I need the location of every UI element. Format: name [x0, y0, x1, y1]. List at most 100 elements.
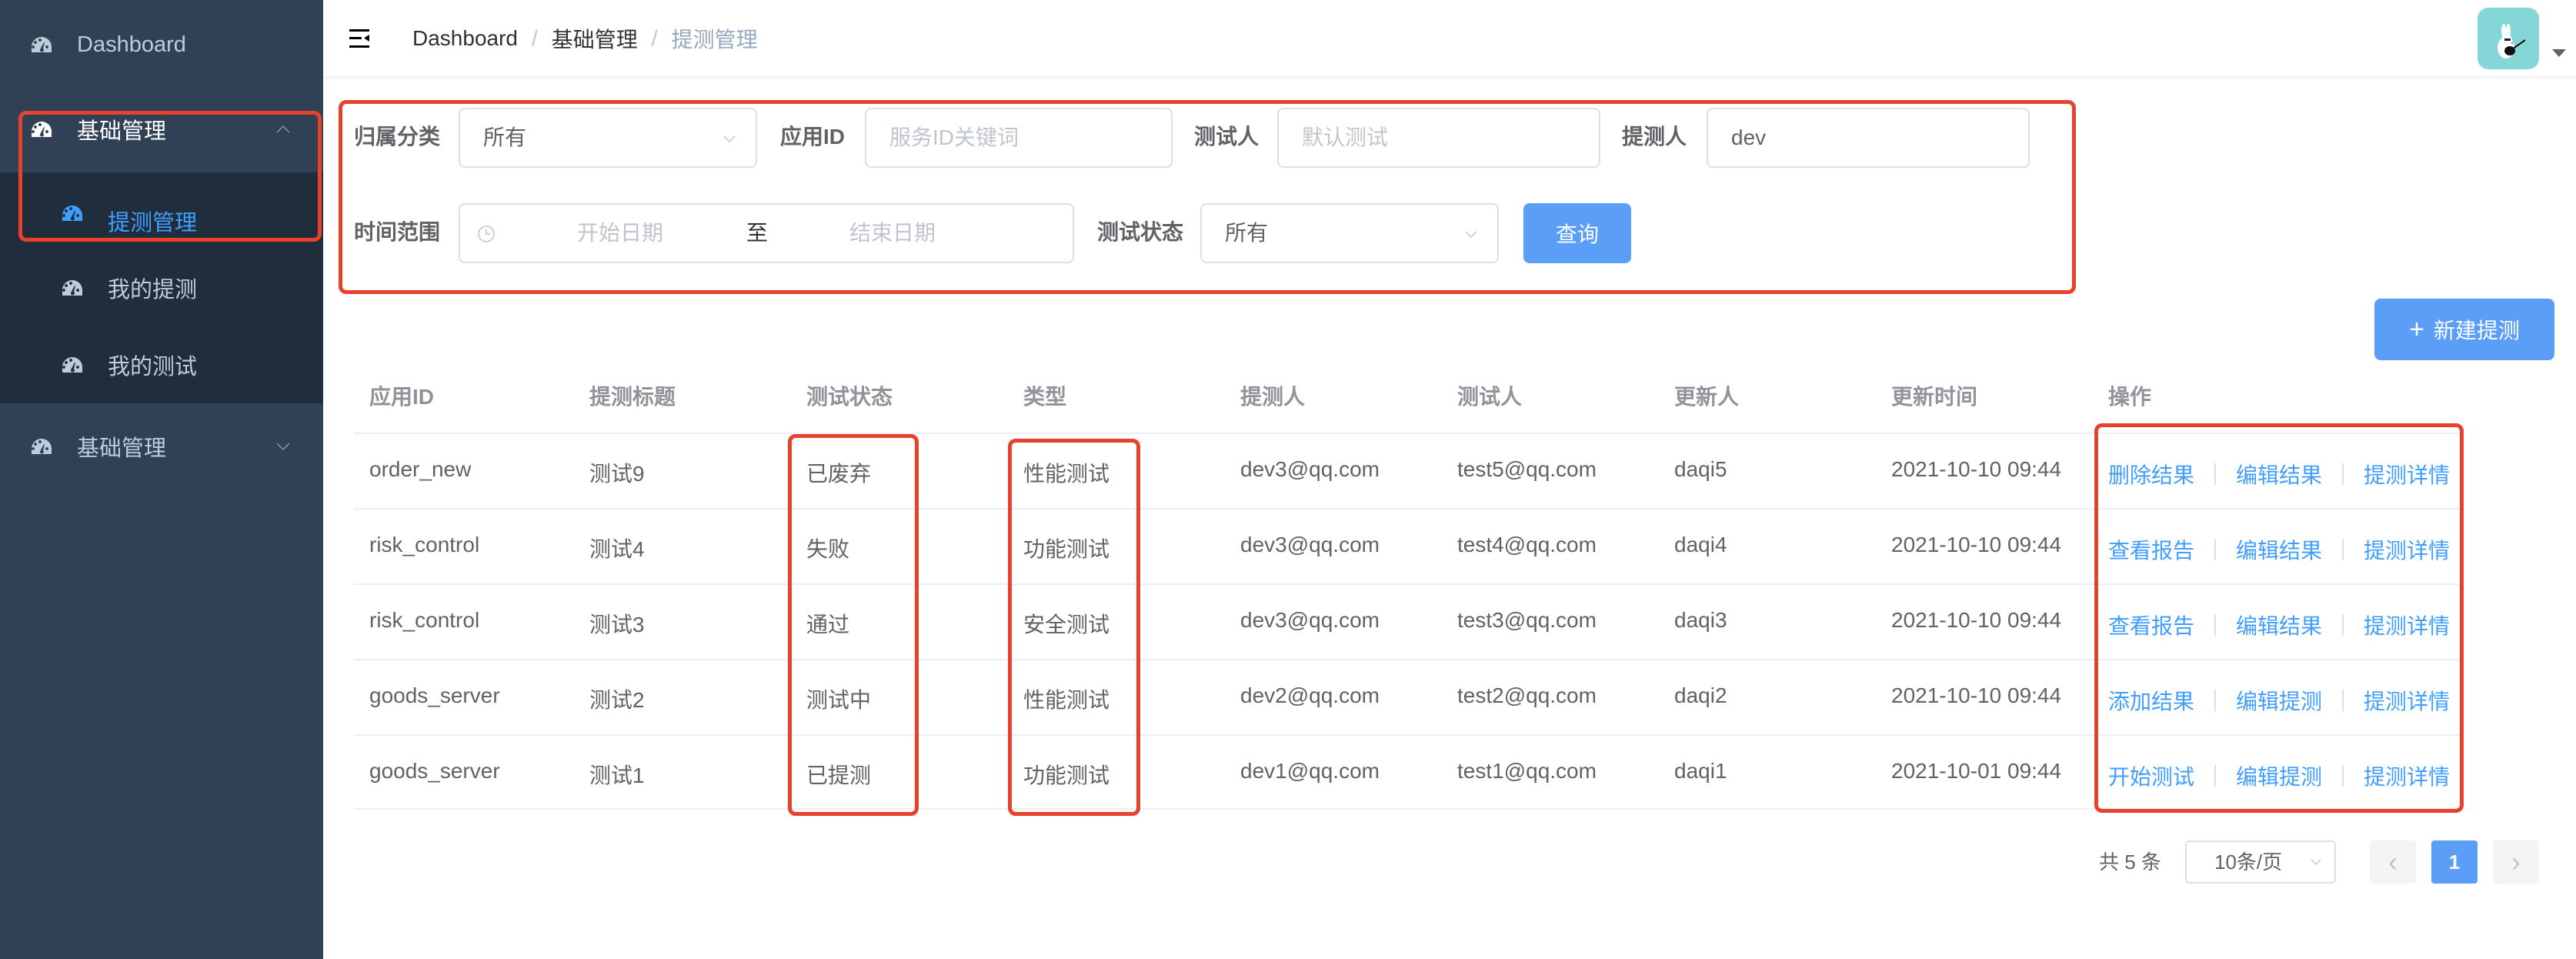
column-header: 操作: [2108, 385, 2152, 409]
status-cell: 已提测: [806, 764, 872, 787]
action-divider: [2342, 539, 2344, 560]
column-header[interactable]: 应用ID: [369, 380, 434, 411]
status-select[interactable]: 所有: [1200, 203, 1499, 263]
sidebar-item-basic-management[interactable]: 基础管理: [0, 86, 323, 172]
action-divider: [2214, 539, 2217, 560]
status-cell: 测试中: [806, 688, 872, 712]
prev-page-button[interactable]: ‹: [2370, 840, 2416, 884]
action-link[interactable]: 查看报告: [2108, 610, 2194, 640]
breadcrumb: Dashboard / 基础管理 / 提测管理: [412, 23, 758, 54]
sidebar-item-my-submissions[interactable]: 我的提测: [0, 249, 323, 326]
page-1-button[interactable]: 1: [2431, 840, 2478, 884]
status-cell: 通过: [806, 613, 850, 637]
action-link[interactable]: 编辑提测: [2236, 760, 2322, 791]
page-size-select[interactable]: 10条/页: [2185, 840, 2336, 884]
app-id-cell: risk_control: [369, 608, 480, 632]
type-cell: 功能测试: [1023, 537, 1110, 561]
sidebar-item-submission-management[interactable]: 提测管理: [0, 172, 323, 249]
type-cell: 功能测试: [1023, 764, 1110, 787]
action-link[interactable]: 添加结果: [2108, 685, 2194, 716]
column-header[interactable]: 测试人: [1457, 380, 1522, 411]
sidebar-item-basic-management-2[interactable]: 基础管理: [0, 403, 323, 490]
tester-input[interactable]: 默认测试: [1277, 108, 1600, 168]
title-cell: 测试4: [589, 537, 645, 561]
submitter-label: 提测人: [1622, 125, 1687, 149]
updated-time-cell: 2021-10-10 09:44: [1891, 683, 2062, 707]
row-actions: 删除结果 编辑结果 提测详情: [2108, 459, 2450, 490]
sidebar-item-dashboard[interactable]: Dashboard: [0, 2, 323, 88]
new-submission-label: 新建提测: [2433, 319, 2520, 342]
action-divider: [2214, 765, 2217, 787]
plus-icon: +: [2409, 314, 2424, 344]
submenu: 提测管理 我的提测 我的测试: [0, 172, 323, 403]
breadcrumb-item-basic-management[interactable]: 基础管理: [552, 23, 638, 54]
app-id-input[interactable]: 服务ID关键词: [865, 108, 1173, 168]
sidebar-item-label: Dashboard: [77, 32, 186, 57]
dashboard-gauge-icon: [32, 439, 52, 454]
action-link[interactable]: 提测详情: [2364, 685, 2450, 716]
date-range-picker[interactable]: 开始日期 至 结束日期: [459, 203, 1074, 263]
dashboard-gauge-icon: [62, 206, 82, 221]
row-divider: [354, 583, 2462, 585]
tester-cell: test2@qq.com: [1457, 683, 1597, 707]
query-button-label: 查询: [1555, 222, 1599, 246]
column-header[interactable]: 更新人: [1674, 380, 1739, 411]
column-header[interactable]: 提测标题: [589, 380, 676, 411]
caret-down-icon[interactable]: [2552, 49, 2566, 57]
action-link[interactable]: 编辑结果: [2236, 459, 2322, 490]
column-header[interactable]: 测试状态: [806, 380, 893, 411]
updater-cell: daqi4: [1674, 533, 1727, 556]
action-link[interactable]: 删除结果: [2108, 459, 2194, 490]
action-link[interactable]: 编辑结果: [2236, 534, 2322, 565]
action-link[interactable]: 提测详情: [2364, 459, 2450, 490]
start-date-input[interactable]: 开始日期: [577, 205, 663, 262]
column-header[interactable]: 提测人: [1240, 380, 1305, 411]
action-divider: [2214, 463, 2217, 485]
action-divider: [2214, 690, 2217, 711]
sidebar-item-my-tests[interactable]: 我的测试: [0, 326, 323, 403]
avatar[interactable]: [2478, 8, 2539, 69]
end-date-input[interactable]: 结束日期: [849, 205, 936, 262]
pagination-total: 共 5 条: [2099, 850, 2161, 874]
action-link[interactable]: 编辑提测: [2236, 685, 2322, 716]
action-link[interactable]: 编辑结果: [2236, 610, 2322, 640]
title-cell: 测试1: [589, 764, 645, 787]
action-link[interactable]: 开始测试: [2108, 760, 2194, 791]
category-label: 归属分类: [354, 125, 441, 149]
row-actions: 开始测试 编辑提测 提测详情: [2108, 760, 2450, 791]
row-actions: 查看报告 编辑结果 提测详情: [2108, 610, 2450, 640]
sidebar-item-label: 基础管理: [77, 436, 167, 461]
submitter-input[interactable]: dev: [1707, 108, 2030, 168]
action-link[interactable]: 提测详情: [2364, 760, 2450, 791]
navbar: Dashboard / 基础管理 / 提测管理: [323, 0, 2576, 77]
updater-cell: daqi1: [1674, 759, 1727, 783]
dashboard-gauge-icon: [62, 357, 82, 373]
sidebar-item-label: 基础管理: [77, 119, 167, 144]
title-cell: 测试3: [589, 613, 645, 637]
action-link[interactable]: 提测详情: [2364, 610, 2450, 640]
row-divider: [354, 734, 2462, 736]
new-submission-button[interactable]: + 新建提测: [2374, 299, 2554, 360]
action-link[interactable]: 查看报告: [2108, 534, 2194, 565]
page-number: 1: [2448, 850, 2461, 874]
time-range-label: 时间范围: [354, 220, 441, 244]
action-divider: [2214, 614, 2217, 636]
query-button[interactable]: 查询: [1523, 203, 1631, 263]
sidebar-item-label: 我的提测: [108, 278, 198, 302]
chevron-left-icon: ‹: [2388, 846, 2397, 877]
title-cell: 测试9: [589, 462, 645, 486]
action-divider: [2342, 614, 2344, 636]
breadcrumb-item-dashboard[interactable]: Dashboard: [412, 26, 518, 51]
hamburger-fold-icon[interactable]: [349, 28, 369, 49]
date-range-separator: 至: [746, 221, 769, 245]
column-header[interactable]: 类型: [1023, 380, 1066, 411]
action-link[interactable]: 提测详情: [2364, 534, 2450, 565]
dashboard-gauge-icon: [32, 37, 52, 52]
action-divider: [2342, 463, 2344, 485]
category-select[interactable]: 所有: [459, 108, 757, 168]
next-page-button[interactable]: ›: [2493, 840, 2539, 884]
action-divider: [2342, 690, 2344, 711]
chevron-down-icon: [1465, 231, 1477, 239]
updater-cell: daqi2: [1674, 683, 1727, 707]
column-header[interactable]: 更新时间: [1891, 380, 1977, 411]
